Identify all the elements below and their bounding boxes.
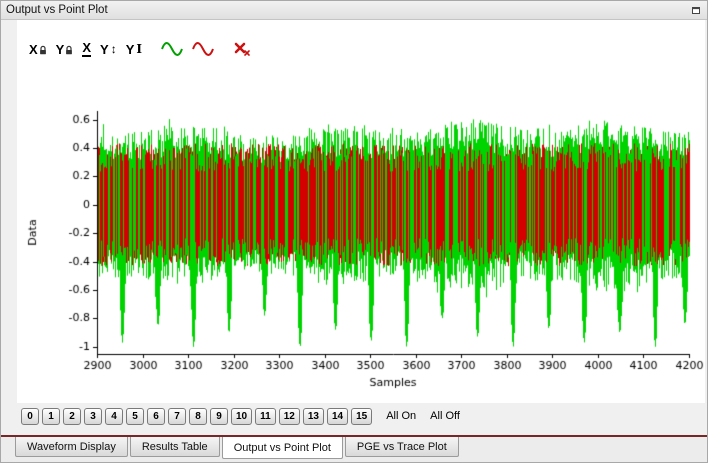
y-axis-range-letter: Y bbox=[100, 41, 109, 57]
channel-button-13[interactable]: 13 bbox=[302, 408, 324, 425]
y-axis-lock-button[interactable]: Y bbox=[54, 38, 76, 60]
x-axis-lock-button[interactable]: X bbox=[27, 38, 49, 60]
float-window-icon bbox=[692, 7, 700, 14]
channel-button-6[interactable]: 6 bbox=[147, 408, 165, 425]
channel-button-2[interactable]: 2 bbox=[63, 408, 81, 425]
red-trace-wave-icon bbox=[192, 41, 214, 57]
panel-title: Output vs Point Plot bbox=[6, 4, 108, 16]
channel-button-12[interactable]: 12 bbox=[278, 408, 300, 425]
y-axis-lock-letter: Y bbox=[55, 41, 65, 57]
channel-button-3[interactable]: 3 bbox=[84, 408, 102, 425]
channel-button-14[interactable]: 14 bbox=[326, 408, 349, 425]
x-axis-fixed-letter: X bbox=[82, 40, 92, 57]
lock-icon bbox=[39, 42, 47, 56]
channel-button-15[interactable]: 15 bbox=[351, 408, 373, 425]
all-off-button[interactable]: All Off bbox=[430, 410, 460, 422]
delete-cross-icon bbox=[233, 41, 251, 57]
y-cursor-letter: Y bbox=[125, 41, 135, 57]
i-beam-icon: I bbox=[136, 42, 142, 56]
channel-button-1[interactable]: 1 bbox=[42, 408, 60, 425]
tab-bar: Waveform Display Results Table Output vs P… bbox=[1, 435, 707, 462]
channel-button-11[interactable]: 11 bbox=[255, 408, 276, 425]
up-down-arrow-icon: ↕ bbox=[110, 42, 117, 56]
channel-button-4[interactable]: 4 bbox=[105, 408, 123, 425]
lock-icon bbox=[65, 42, 73, 56]
tab-pge-vs-trace-plot[interactable]: PGE vs Trace Plot bbox=[344, 437, 459, 457]
plot-panel: X Y X Y ↕ Y I bbox=[17, 20, 705, 403]
green-trace-button[interactable] bbox=[159, 38, 185, 60]
tab-output-vs-point-plot[interactable]: Output vs Point Plot bbox=[221, 437, 343, 459]
channel-button-5[interactable]: 5 bbox=[126, 408, 144, 425]
tab-waveform-display[interactable]: Waveform Display bbox=[15, 437, 128, 457]
y-axis-range-button[interactable]: Y ↕ bbox=[98, 38, 119, 60]
channel-buttons: 0 1 2 3 4 5 6 7 8 9 10 11 12 13 14 15 bbox=[21, 408, 373, 425]
red-trace-button[interactable] bbox=[190, 38, 216, 60]
x-axis-lock-letter: X bbox=[29, 41, 38, 57]
channel-button-8[interactable]: 8 bbox=[189, 408, 207, 425]
channel-button-9[interactable]: 9 bbox=[210, 408, 228, 425]
output-vs-point-plot-window: Output vs Point Plot X Y X Y ↕ Y I 01234567891… bbox=[0, 0, 708, 463]
plot-toolbar: X Y X Y ↕ Y I bbox=[27, 36, 253, 62]
y-cursor-button[interactable]: YI bbox=[124, 38, 144, 60]
channel-button-10[interactable]: 10 bbox=[231, 408, 253, 425]
x-axis-fixed-button[interactable]: X bbox=[80, 38, 93, 60]
green-trace-wave-icon bbox=[161, 41, 183, 57]
float-panel-button[interactable] bbox=[690, 4, 702, 16]
panel-titlebar[interactable]: Output vs Point Plot bbox=[1, 1, 707, 20]
channel-button-0[interactable]: 0 bbox=[21, 408, 39, 425]
waveform-plot-canvas[interactable] bbox=[17, 91, 705, 391]
tab-results-table[interactable]: Results Table bbox=[129, 437, 220, 457]
channel-row: 0 1 2 3 4 5 6 7 8 9 10 11 12 13 14 15 All On All Off bbox=[1, 403, 707, 437]
all-on-button[interactable]: All On bbox=[386, 410, 416, 422]
channel-button-7[interactable]: 7 bbox=[168, 408, 186, 425]
clear-traces-button[interactable] bbox=[231, 38, 253, 60]
